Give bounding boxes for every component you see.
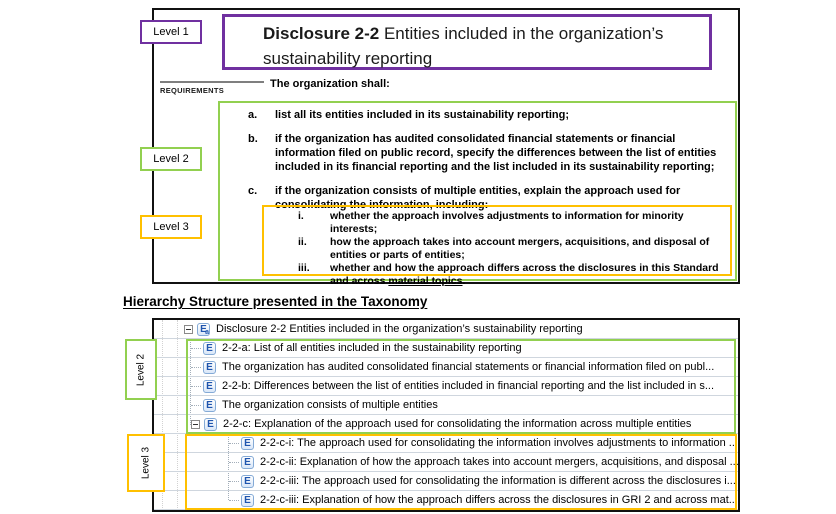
tree-row-audited-statements[interactable]: E The organization has audited consolida… bbox=[154, 358, 738, 377]
requirements-intro: The organization shall: bbox=[270, 78, 390, 90]
element-abstract-icon: Ea bbox=[197, 322, 210, 336]
taxonomy-tree-panel: Ea Disclosure 2-2 Entities included in t… bbox=[152, 318, 740, 512]
item-marker: i. bbox=[298, 210, 304, 222]
tree-connector bbox=[229, 461, 239, 463]
tree-row-label: 2-2-b: Differences between the list of e… bbox=[222, 380, 715, 392]
tree-level2-label: Level 2 bbox=[125, 339, 157, 400]
tree-connector bbox=[229, 480, 239, 482]
tree-row-2-2-c-i[interactable]: E 2-2-c-i: The approach used for consoli… bbox=[154, 434, 738, 453]
item-marker: a. bbox=[248, 109, 258, 121]
disclosure-document-panel: Disclosure 2-2 Entities included in the … bbox=[152, 8, 740, 287]
tree-connector bbox=[191, 385, 201, 387]
element-icon: E bbox=[241, 493, 254, 507]
requirements-list: a. list all its entities included in its… bbox=[220, 103, 735, 212]
tree-connector bbox=[191, 347, 201, 349]
item-text: whether the approach involves adjustment… bbox=[330, 210, 684, 235]
tree-connector bbox=[191, 366, 201, 368]
material-topics-link: material topics bbox=[388, 275, 463, 287]
element-icon: E bbox=[203, 398, 216, 412]
element-icon: E bbox=[203, 360, 216, 374]
element-icon: E bbox=[241, 436, 254, 450]
taxonomy-heading: Hierarchy Structure presented in the Tax… bbox=[123, 294, 428, 309]
requirement-item-b: b. if the organization has audited conso… bbox=[248, 132, 735, 174]
level1-label: Level 1 bbox=[140, 20, 202, 44]
requirement-item-c-iii: iii. whether and how the approach differ… bbox=[298, 262, 730, 288]
tree-row-label: The organization has audited consolidate… bbox=[222, 361, 715, 373]
element-icon: E bbox=[203, 341, 216, 355]
item-text: whether and how the approach differs acr… bbox=[330, 262, 719, 287]
tree-connector bbox=[229, 442, 239, 444]
requirement-item-c-ii: ii. how the approach takes into account … bbox=[298, 236, 730, 262]
tree-row-2-2-c[interactable]: E 2-2-c: Explanation of the approach use… bbox=[154, 415, 738, 434]
page: Disclosure 2-2 Entities included in the … bbox=[0, 0, 836, 514]
tree-row-label: 2-2-c-iii: Explanation of how the approa… bbox=[260, 494, 738, 506]
disclosure-title-box: Disclosure 2-2 Entities included in the … bbox=[222, 14, 712, 70]
level2-outline-box: a. list all its entities included in its… bbox=[218, 101, 737, 287]
collapse-icon[interactable] bbox=[191, 419, 200, 429]
item-text: list all its entities included in its su… bbox=[275, 109, 569, 121]
element-icon: E bbox=[241, 455, 254, 469]
level3-label: Level 3 bbox=[140, 215, 202, 239]
sub-requirements-list: i. whether the approach involves adjustm… bbox=[264, 207, 730, 288]
item-text: how the approach takes into account merg… bbox=[330, 236, 710, 261]
tree-row-2-2-c-iii[interactable]: E 2-2-c-iii: The approach used for conso… bbox=[154, 472, 738, 491]
requirement-item-a: a. list all its entities included in its… bbox=[248, 108, 735, 122]
tree-connector bbox=[229, 499, 239, 501]
tree-row-label: Disclosure 2-2 Entities included in the … bbox=[216, 323, 583, 335]
disclosure-number: Disclosure 2-2 bbox=[263, 24, 380, 43]
element-icon: E bbox=[241, 474, 254, 488]
level3-outline-box: i. whether the approach involves adjustm… bbox=[262, 205, 732, 287]
tree-row-2-2-b[interactable]: E 2-2-b: Differences between the list of… bbox=[154, 377, 738, 396]
tree-row-label: 2-2-c-iii: The approach used for consoli… bbox=[260, 475, 736, 487]
item-text: if the organization has audited consolid… bbox=[275, 133, 717, 173]
tree-level3-label: Level 3 bbox=[127, 434, 165, 492]
level2-label: Level 2 bbox=[140, 147, 202, 171]
tree-row-2-2-a[interactable]: E 2-2-a: List of all entities included i… bbox=[154, 339, 738, 358]
tree-connector bbox=[191, 404, 201, 406]
tree-row-label: 2-2-c-ii: Explanation of how the approac… bbox=[260, 456, 738, 468]
requirements-divider bbox=[160, 81, 264, 83]
tree-row-label: 2-2-a: List of all entities included in … bbox=[222, 342, 522, 354]
tree-row-2-2-c-ii[interactable]: E 2-2-c-ii: Explanation of how the appro… bbox=[154, 453, 738, 472]
tree-row-label: The organization consists of multiple en… bbox=[222, 399, 438, 411]
item-marker: b. bbox=[248, 133, 258, 145]
element-icon: E bbox=[203, 379, 216, 393]
requirement-item-c-i: i. whether the approach involves adjustm… bbox=[298, 210, 730, 236]
tree-row-2-2-c-iii-explanation[interactable]: E 2-2-c-iii: Explanation of how the appr… bbox=[154, 491, 738, 510]
item-marker: iii. bbox=[298, 262, 310, 274]
item-marker: ii. bbox=[298, 236, 307, 248]
tree-row-disclosure-2-2[interactable]: Ea Disclosure 2-2 Entities included in t… bbox=[154, 320, 738, 339]
element-icon: E bbox=[204, 417, 217, 431]
tree-row-label: 2-2-c-i: The approach used for consolida… bbox=[260, 437, 738, 449]
tree-row-label: 2-2-c: Explanation of the approach used … bbox=[223, 418, 692, 430]
requirements-label: REQUIREMENTS bbox=[160, 86, 225, 95]
tree-row-multiple-entities[interactable]: E The organization consists of multiple … bbox=[154, 396, 738, 415]
collapse-icon[interactable] bbox=[184, 324, 193, 334]
